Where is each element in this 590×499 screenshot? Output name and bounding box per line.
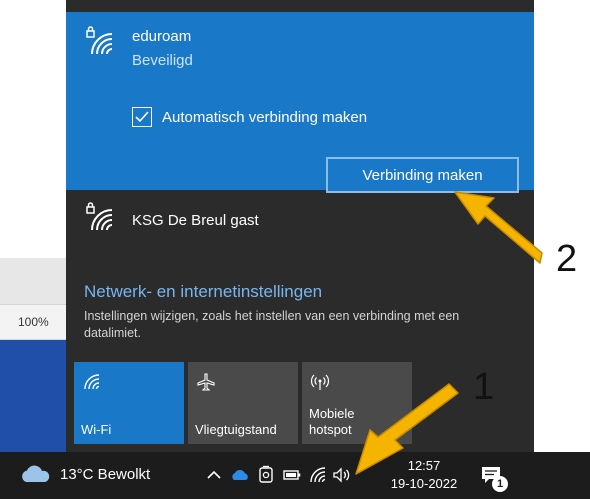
connect-button[interactable]: Verbinding maken xyxy=(326,157,519,193)
notification-count-badge: 1 xyxy=(492,476,508,492)
wifi-icon[interactable] xyxy=(308,465,328,485)
auto-connect-checkbox[interactable]: Automatisch verbinding maken xyxy=(132,104,367,130)
tile-mobile-hotspot[interactable]: Mobiele hotspot xyxy=(302,362,412,444)
taskbar: 13°C Bewolkt 12:57 19-10-2022 1 xyxy=(0,452,590,499)
background-desktop xyxy=(0,340,66,452)
clock-time: 12:57 xyxy=(407,458,441,473)
flyout-top-edge xyxy=(66,0,534,12)
network-status: Beveiligd xyxy=(132,52,193,69)
annotation-number-1: 1 xyxy=(473,366,495,408)
weather-widget[interactable]: 13°C Bewolkt xyxy=(18,464,150,484)
auto-connect-label: Automatisch verbinding maken xyxy=(162,108,368,126)
network-settings-description: Instellingen wijzigen, zoals het instell… xyxy=(84,309,460,340)
network-name: KSG De Breul gast xyxy=(132,212,259,229)
tile-label: Wi-Fi xyxy=(81,422,112,437)
taskbar-clock[interactable]: 12:57 19-10-2022 xyxy=(386,457,462,493)
onedrive-cloud-icon[interactable] xyxy=(230,465,250,485)
cloud-icon xyxy=(22,465,50,482)
background-toolbar xyxy=(0,258,66,304)
tile-airplane-mode[interactable]: Vliegtuigstand xyxy=(188,362,298,444)
checkbox-checked-icon[interactable] xyxy=(132,107,152,127)
annotation-number-2: 2 xyxy=(556,238,578,280)
network-item-eduroam[interactable]: eduroam Beveiligd Automatisch verbinding… xyxy=(66,12,534,193)
airplane-icon xyxy=(197,373,215,391)
quick-actions: Wi-Fi Vliegtuigstand Mobiele hotspot xyxy=(74,362,534,444)
network-flyout: eduroam Beveiligd Automatisch verbinding… xyxy=(66,0,534,452)
clock-date: 19-10-2022 xyxy=(390,476,458,491)
notification-center-button[interactable]: 1 xyxy=(478,462,508,492)
background-zoom-bar: 100% xyxy=(0,304,66,340)
wifi-icon xyxy=(84,374,100,390)
mobile-hotspot-icon xyxy=(310,374,330,390)
network-item-ksg-de-breul-gast[interactable]: KSG De Breul gast xyxy=(66,190,534,250)
tile-label: Vliegtuigstand xyxy=(195,422,277,437)
wifi-secured-icon xyxy=(86,202,113,231)
background-document-area xyxy=(0,0,66,258)
weather-text: 13°C Bewolkt xyxy=(60,465,151,483)
tile-label-top: Mobiele xyxy=(309,406,355,421)
network-name: eduroam xyxy=(132,28,192,45)
background-page-right xyxy=(534,0,590,452)
wifi-secured-icon xyxy=(86,26,113,55)
tile-label: hotspot xyxy=(309,422,352,437)
meet-now-icon[interactable] xyxy=(256,465,276,485)
zoom-level: 100% xyxy=(18,315,49,329)
battery-icon[interactable] xyxy=(282,465,302,485)
speaker-icon[interactable] xyxy=(332,465,352,485)
network-settings-link[interactable]: Netwerk- en internetinstellingen xyxy=(84,282,322,302)
chevron-up-icon[interactable] xyxy=(204,465,224,485)
screen: 100% eduroam Beveiligd Automatisch verbi… xyxy=(0,0,590,499)
tile-wifi[interactable]: Wi-Fi xyxy=(74,362,184,444)
